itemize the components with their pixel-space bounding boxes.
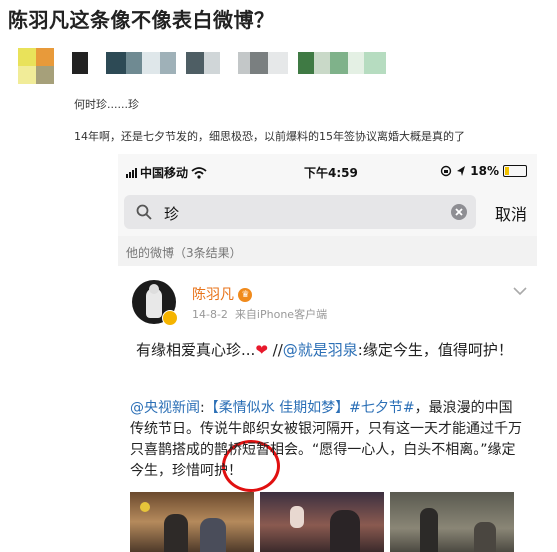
weibo-post-card[interactable]: 陈羽凡 ♛ 14-8-2 来自iPhone客户端 有缘相爱真心珍...❤ //@… xyxy=(118,266,537,552)
post-meta: 14-8-2 来自iPhone客户端 xyxy=(192,306,327,322)
blurred-username-2 xyxy=(298,52,386,74)
location-icon xyxy=(457,166,466,176)
repost-topic-link[interactable]: 【柔情似水 佳期如梦】 xyxy=(205,400,349,416)
mention-link[interactable]: @就是羽泉 xyxy=(283,341,358,359)
page-title: 陈羽凡这条像不像表白微博？ xyxy=(8,8,275,32)
battery-icon xyxy=(503,165,527,177)
results-section-header: 他的微博（3条结果） xyxy=(118,238,537,264)
repost-text: @央视新闻:【柔情似水 佳期如梦】#七夕节#，最浪漫的中国传统节日。传说牛郎织女… xyxy=(130,400,522,479)
vip-crown-icon: ♛ xyxy=(238,288,253,302)
search-input[interactable]: 珍 xyxy=(124,195,476,229)
comment-line-1: 何时珍......珍 xyxy=(74,98,139,111)
hashtag-link[interactable]: #七夕节# xyxy=(349,400,414,416)
phone-screenshot: 中国移动 下午4:59 18% 珍 取消 他的微博（3条结果） 陈羽凡 ♛ 14… xyxy=(118,154,537,552)
search-icon xyxy=(136,204,152,220)
post-image-1[interactable] xyxy=(130,492,254,552)
wifi-icon xyxy=(191,166,207,179)
lock-rotation-icon xyxy=(441,165,452,177)
cancel-button[interactable]: 取消 xyxy=(495,201,527,225)
chevron-down-icon[interactable] xyxy=(513,286,527,296)
status-time: 下午4:59 xyxy=(304,166,358,180)
blurred-avatar xyxy=(18,48,54,84)
verified-badge-icon xyxy=(162,310,178,326)
search-bar: 珍 取消 xyxy=(118,188,537,236)
post-username[interactable]: 陈羽凡 ♛ xyxy=(192,284,253,304)
status-bar: 中国移动 下午4:59 18% xyxy=(118,154,537,188)
post-image-2[interactable] xyxy=(260,492,384,552)
post-text: 有缘相爱真心珍...❤ //@就是羽泉:缘定今生，值得呵护！ xyxy=(136,341,513,359)
comment-line-2: 14年啊，还是七夕节发的，细思极恐，以前爆料的15年签协议离婚大概是真的了 xyxy=(74,130,465,143)
blurred-username xyxy=(72,52,288,74)
post-image-3[interactable] xyxy=(390,492,514,552)
carrier-name: 中国移动 xyxy=(140,166,189,180)
repost-user-link[interactable]: @央视新闻 xyxy=(130,400,200,416)
heart-icon: ❤ xyxy=(255,341,268,359)
post-source: 来自iPhone客户端 xyxy=(234,308,328,321)
post-date: 14-8-2 xyxy=(192,308,228,321)
search-query: 珍 xyxy=(164,205,180,223)
battery-percent: 18% xyxy=(470,164,499,178)
signal-icon xyxy=(126,167,137,178)
section-label: 他的微博（3条结果） xyxy=(126,246,242,260)
clear-icon[interactable] xyxy=(450,203,468,221)
